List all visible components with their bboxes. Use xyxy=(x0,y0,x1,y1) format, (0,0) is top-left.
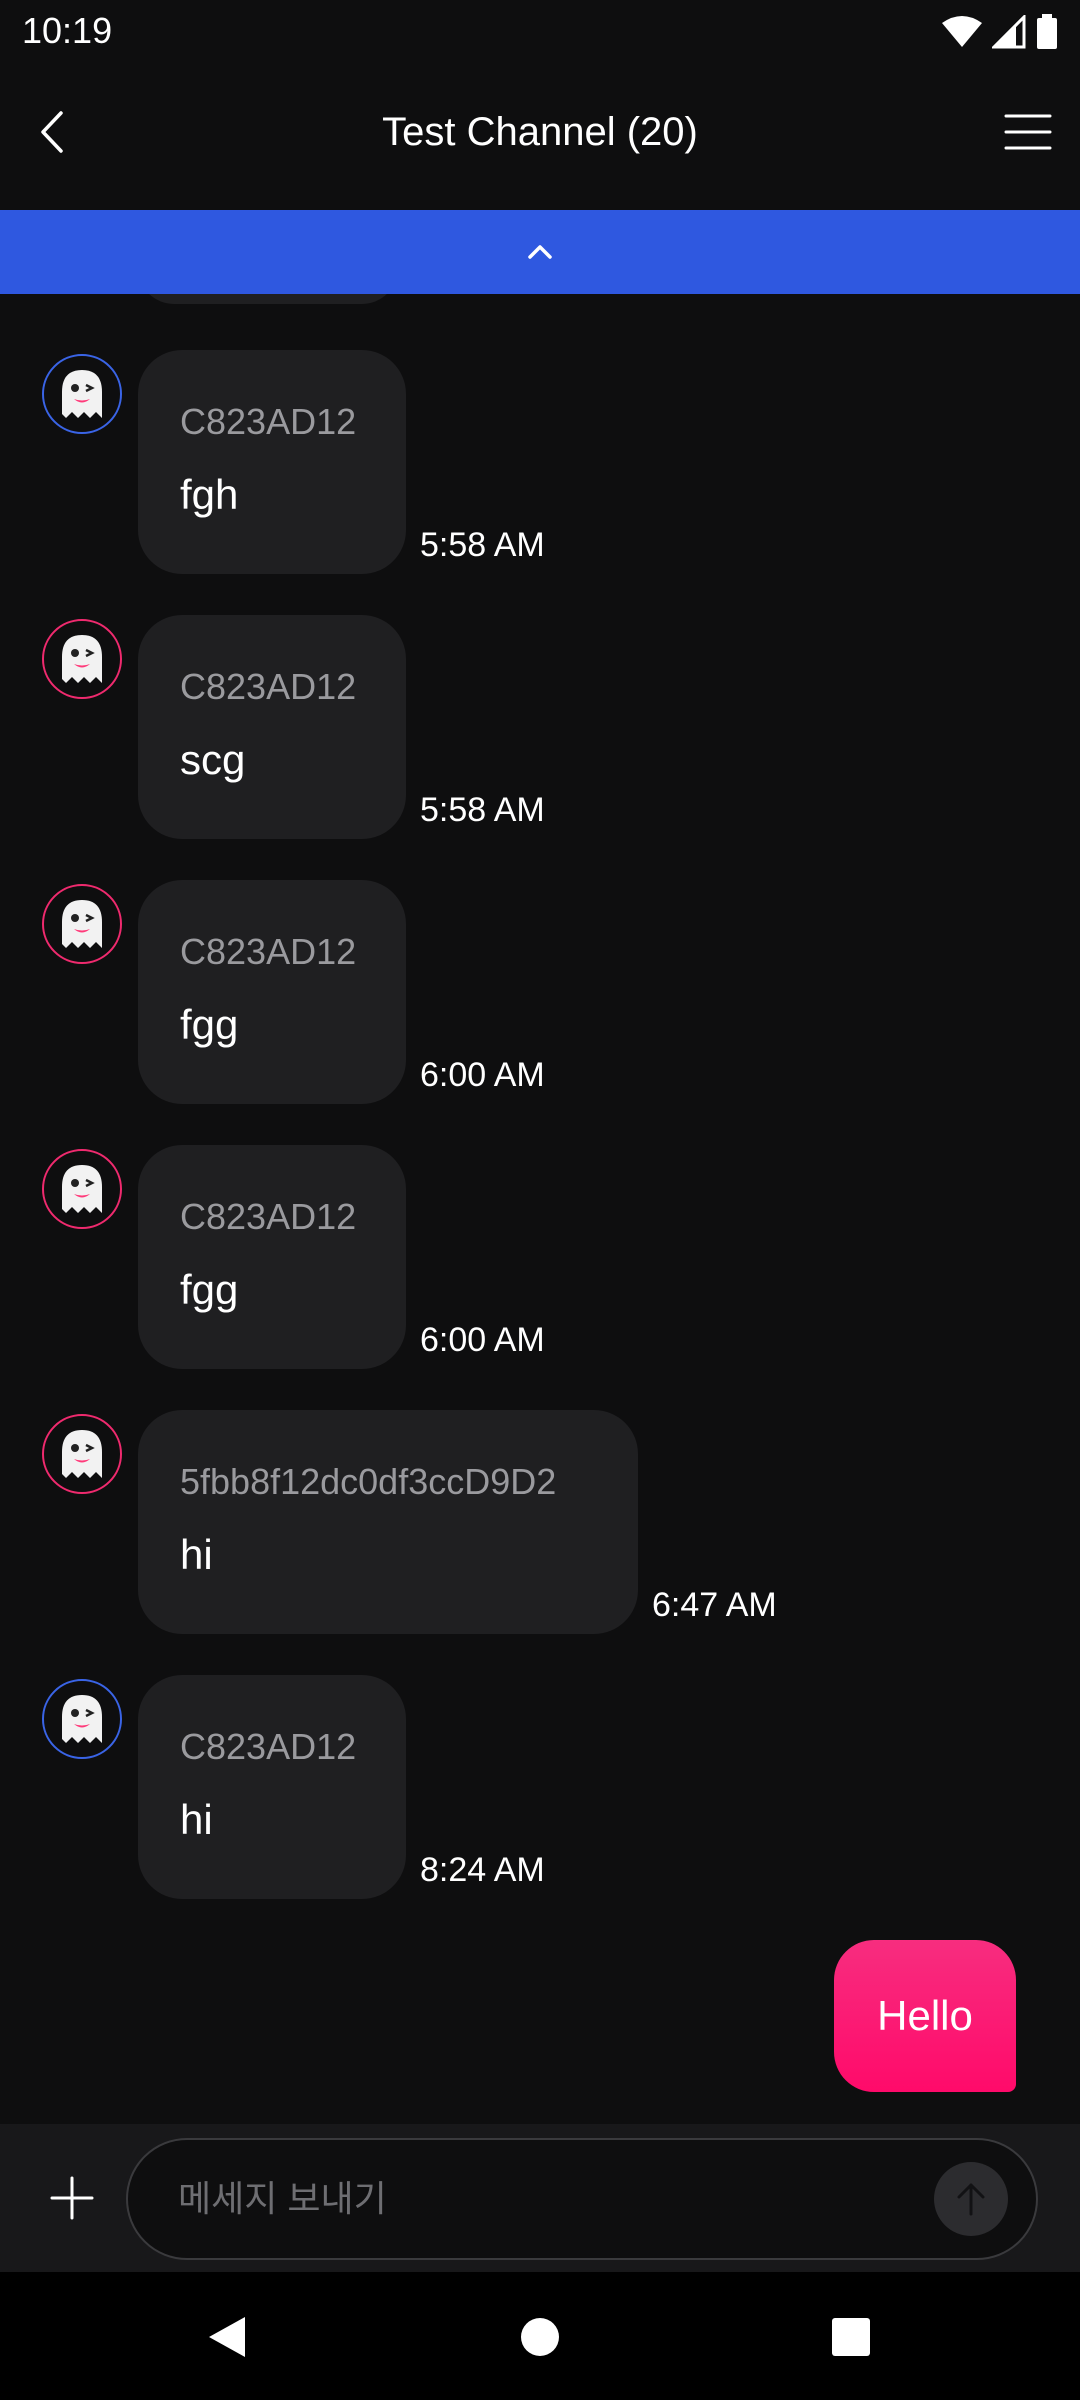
partial-message-bubble xyxy=(138,294,398,304)
sender-name: C823AD12 xyxy=(180,666,357,707)
message-time: 5:58 AM xyxy=(420,526,545,564)
avatar[interactable] xyxy=(42,1414,122,1494)
message-text: fgh xyxy=(180,471,239,518)
message-input[interactable] xyxy=(126,2138,1038,2260)
sender-name: C823AD12 xyxy=(180,931,357,972)
message-text: fgg xyxy=(180,1266,239,1313)
ghost-icon xyxy=(62,1165,102,1213)
system-nav-bar xyxy=(0,2272,1080,2400)
sender-name: 5fbb8f12dc0df3ccD9D2 xyxy=(180,1461,557,1502)
message-row: C823AD12 fgg 6:00 AM xyxy=(0,1145,1080,1369)
nav-home-button[interactable] xyxy=(505,2302,575,2372)
ghost-icon xyxy=(62,370,102,418)
message-bubble[interactable]: C823AD12 hi xyxy=(138,1675,406,1899)
message-time: 6:47 AM xyxy=(652,1586,777,1624)
recents-square-icon xyxy=(832,2318,870,2356)
message-list[interactable]: C823AD12 fgh 5:58 AM C823AD12 scg 5:58 A… xyxy=(0,294,1080,2124)
ghost-icon xyxy=(62,1430,102,1478)
channel-title: Test Channel (20) xyxy=(382,110,698,154)
message-text: hi xyxy=(180,1796,213,1843)
message-row: C823AD12 fgh 5:58 AM xyxy=(0,350,1080,574)
avatar[interactable] xyxy=(42,354,122,434)
message-row: C823AD12 scg 5:58 AM xyxy=(0,615,1080,839)
arrow-up-icon xyxy=(957,2183,985,2216)
back-triangle-icon xyxy=(209,2317,245,2357)
message-bubble[interactable]: C823AD12 scg xyxy=(138,615,406,839)
status-bar: 10:19 xyxy=(0,0,1080,64)
status-time: 10:19 xyxy=(22,10,113,51)
message-text: fgg xyxy=(180,1001,239,1048)
ghost-icon xyxy=(62,1695,102,1743)
ghost-icon xyxy=(62,635,102,683)
message-text: scg xyxy=(180,736,246,783)
message-row: 5fbb8f12dc0df3ccD9D2 hi 6:47 AM xyxy=(0,1410,1080,1634)
wifi-icon xyxy=(942,15,982,54)
home-circle-icon xyxy=(521,2318,559,2356)
plus-icon xyxy=(50,2176,94,2220)
battery-icon xyxy=(1036,14,1058,55)
sender-name: C823AD12 xyxy=(180,1726,357,1767)
avatar[interactable] xyxy=(42,1679,122,1759)
message-bubble[interactable]: C823AD12 fgg xyxy=(138,1145,406,1369)
message-bubble[interactable]: C823AD12 fgg xyxy=(138,880,406,1104)
nav-recents-button[interactable] xyxy=(816,2302,886,2372)
message-time: 8:24 AM xyxy=(420,1851,545,1889)
menu-button[interactable] xyxy=(998,104,1058,160)
hamburger-menu-icon xyxy=(1004,114,1052,150)
message-text: hi xyxy=(180,1531,213,1578)
message-time: 5:58 AM xyxy=(420,791,545,829)
message-row: C823AD12 fgg 6:00 AM xyxy=(0,880,1080,1104)
avatar[interactable] xyxy=(42,1149,122,1229)
outgoing-message-bubble[interactable]: Hello xyxy=(834,1940,1016,2092)
scroll-to-top-banner[interactable] xyxy=(0,210,1080,294)
message-composer xyxy=(0,2124,1080,2272)
status-icons xyxy=(942,13,1058,55)
app-header: Test Channel (20) xyxy=(0,64,1080,210)
signal-icon xyxy=(990,13,1026,54)
attach-button[interactable] xyxy=(42,2168,102,2228)
message-time: 6:00 AM xyxy=(420,1056,545,1094)
message-time: 6:00 AM xyxy=(420,1321,545,1359)
send-button[interactable] xyxy=(934,2162,1008,2236)
nav-back-button[interactable] xyxy=(192,2302,262,2372)
message-bubble[interactable]: C823AD12 fgh xyxy=(138,350,406,574)
sender-name: C823AD12 xyxy=(180,1196,357,1237)
avatar[interactable] xyxy=(42,619,122,699)
ghost-icon xyxy=(62,900,102,948)
message-row: C823AD12 hi 8:24 AM xyxy=(0,1675,1080,1899)
message-bubble[interactable]: 5fbb8f12dc0df3ccD9D2 hi xyxy=(138,1410,638,1634)
chevron-up-icon xyxy=(528,245,552,259)
sender-name: C823AD12 xyxy=(180,401,357,442)
avatar[interactable] xyxy=(42,884,122,964)
